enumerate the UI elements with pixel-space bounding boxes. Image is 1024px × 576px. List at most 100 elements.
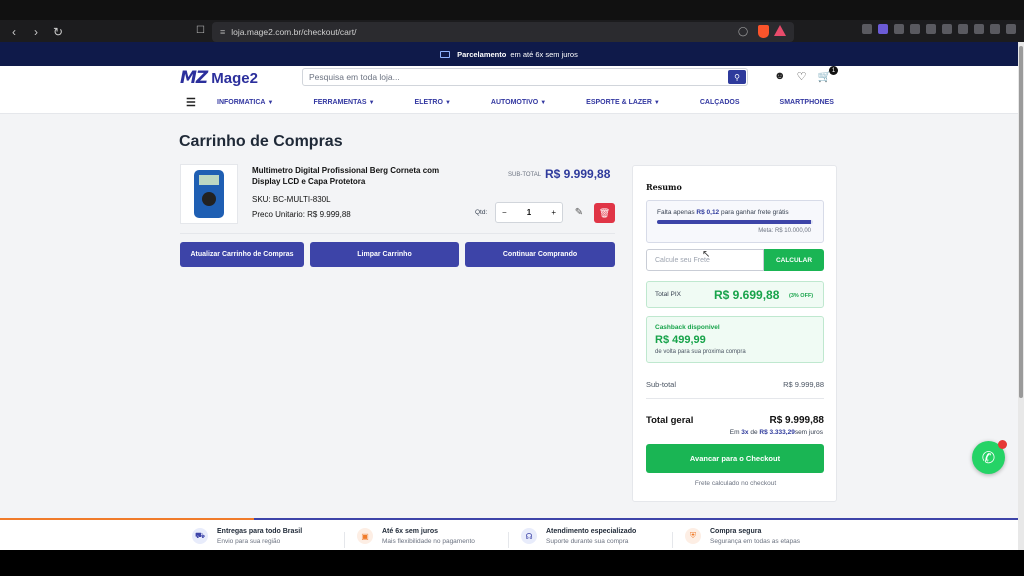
brave-shield-icon[interactable] bbox=[758, 25, 769, 38]
feature-subtitle: Envio para sua região bbox=[217, 538, 281, 545]
browser-toolbar: ‹ › ↻ ☐ ≡ loja.mage2.com.br/checkout/car… bbox=[0, 0, 1024, 42]
menu-icon[interactable] bbox=[1006, 24, 1016, 34]
menu-item-calcados[interactable]: CALÇADOS bbox=[700, 99, 740, 106]
page-scrollbar[interactable] bbox=[1018, 42, 1024, 550]
extension-icon[interactable] bbox=[926, 24, 936, 34]
menu-item-automotivo[interactable]: AUTOMOTIVO ▼ bbox=[491, 99, 546, 106]
account-icon[interactable]: ☻ bbox=[774, 70, 786, 83]
extension-icon[interactable] bbox=[974, 24, 984, 34]
extension-icon[interactable] bbox=[910, 24, 920, 34]
clear-cart-button[interactable]: Limpar Carrinho bbox=[310, 242, 459, 267]
feature-secure: ⛨ Compra segura Segurança em todas as eta… bbox=[685, 528, 800, 545]
menu-item-esporte-lazer[interactable]: ESPORTE & LAZER ▼ bbox=[586, 99, 660, 106]
free-shipping-progress: Falta apenas R$ 0,12 para ganhar frete g… bbox=[646, 200, 824, 243]
update-cart-button[interactable]: Atualizar Carrinho de Compras bbox=[180, 242, 304, 267]
hamburger-menu-icon[interactable]: ☰ bbox=[186, 96, 197, 109]
menu-item-informatica[interactable]: INFORMATICA ▼ bbox=[217, 99, 273, 106]
screen: ‹ › ↻ ☐ ≡ loja.mage2.com.br/checkout/car… bbox=[0, 0, 1024, 576]
extension-icon[interactable] bbox=[958, 24, 968, 34]
search-input[interactable]: Pesquisa em toda loja... ⚲ bbox=[302, 68, 748, 86]
extension-icon[interactable] bbox=[878, 24, 888, 34]
key-icon[interactable]: ◯ bbox=[738, 26, 748, 37]
chevron-down-icon: ▼ bbox=[540, 99, 547, 106]
promo-text: em até 6x sem juros bbox=[510, 49, 578, 59]
quantity-stepper: − 1 + bbox=[495, 202, 563, 223]
inst-prefix: Em bbox=[729, 429, 740, 436]
mouse-cursor-icon: ↖ bbox=[702, 249, 711, 260]
bookmark-icon[interactable]: ☐ bbox=[196, 25, 205, 36]
multimeter-image bbox=[194, 170, 224, 218]
free-shipping-text: Falta apenas R$ 0,12 para ganhar frete g… bbox=[657, 209, 789, 216]
reload-icon[interactable]: ↻ bbox=[50, 24, 66, 40]
extension-icons bbox=[862, 24, 1016, 34]
feature-support: ☊ Atendimento especializado Suporte duran… bbox=[521, 528, 636, 545]
menu-label: SMARTPHONES bbox=[779, 98, 834, 106]
menu-item-ferramentas[interactable]: FERRAMENTAS ▼ bbox=[313, 99, 374, 106]
menu-label: ELETRO bbox=[414, 98, 443, 106]
search-placeholder: Pesquisa em toda loja... bbox=[309, 72, 400, 82]
logo-text: Mage2 bbox=[211, 69, 258, 87]
grand-total-row: Total geral R$ 9.999,88 bbox=[646, 415, 824, 426]
quantity-value[interactable]: 1 bbox=[527, 208, 531, 217]
calculate-shipping-button[interactable]: CALCULAR bbox=[764, 249, 824, 271]
extension-icon[interactable] bbox=[894, 24, 904, 34]
feature-divider bbox=[344, 532, 345, 548]
summary-divider bbox=[646, 398, 824, 399]
extension-icon[interactable] bbox=[942, 24, 952, 34]
item-divider bbox=[180, 233, 615, 234]
features-strip: ⛟ Entregas para todo Brasil Envio para su… bbox=[0, 518, 1018, 550]
increase-quantity-button[interactable]: + bbox=[551, 208, 556, 217]
site-settings-icon[interactable]: ≡ bbox=[220, 27, 225, 37]
continue-shopping-button[interactable]: Continuar Comprando bbox=[465, 242, 615, 267]
menu-item-eletro[interactable]: ELETRO ▼ bbox=[415, 99, 451, 106]
forward-arrow-icon[interactable]: › bbox=[28, 24, 44, 40]
wishlist-heart-icon[interactable]: ♡ bbox=[797, 70, 807, 83]
credit-card-icon: ▣ bbox=[357, 528, 373, 544]
summary-subtotal-value: R$ 9.999,88 bbox=[783, 380, 824, 389]
summary-subtotal-label: Sub-total bbox=[646, 380, 677, 389]
cart-count-badge: 1 bbox=[829, 66, 838, 75]
inst-amount: R$ 3.333,29 bbox=[759, 429, 795, 436]
inst-mid: de bbox=[750, 429, 758, 436]
pix-discount: (3% OFF) bbox=[789, 293, 814, 299]
letterbox-bottom bbox=[0, 550, 1024, 576]
cashback-label: Cashback disponivel bbox=[655, 324, 720, 331]
search-button[interactable]: ⚲ bbox=[728, 70, 746, 84]
item-subtotal-label: SUB-TOTAL bbox=[508, 172, 542, 178]
promo-bold: Parcelamento bbox=[457, 49, 507, 59]
logo[interactable]: MZ Mage2 bbox=[180, 68, 258, 88]
logo-mark: MZ bbox=[180, 68, 208, 88]
feature-title: Entregas para todo Brasil bbox=[217, 528, 303, 535]
menu-item-smartphones[interactable]: SMARTPHONES bbox=[780, 99, 834, 106]
back-arrow-icon[interactable]: ‹ bbox=[6, 24, 22, 40]
cashback-box: Cashback disponivel R$ 499,99 de volta p… bbox=[646, 316, 824, 363]
whatsapp-icon: ✆ bbox=[981, 449, 996, 467]
proceed-to-checkout-button[interactable]: Avancar para o Checkout bbox=[646, 444, 824, 473]
shipping-note: Frete calculado no checkout bbox=[694, 480, 777, 487]
edit-item-button[interactable]: ✎ bbox=[570, 203, 588, 222]
delete-item-button[interactable]: 🗑 bbox=[594, 203, 615, 223]
decrease-quantity-button[interactable]: − bbox=[502, 208, 507, 217]
feature-divider bbox=[508, 532, 509, 548]
truck-icon: ⛟ bbox=[192, 528, 208, 544]
site-header: MZ Mage2 Pesquisa em toda loja... ⚲ ☻ ♡ … bbox=[0, 66, 1018, 114]
rewards-triangle-icon[interactable] bbox=[774, 25, 786, 36]
chevron-down-icon: ▼ bbox=[267, 99, 274, 106]
address-bar[interactable]: ≡ loja.mage2.com.br/checkout/cart/ bbox=[212, 22, 794, 42]
browser-nav-row: ‹ › ↻ ☐ ≡ loja.mage2.com.br/checkout/car… bbox=[0, 22, 1024, 42]
category-menu: ☰ INFORMATICA ▼ FERRAMENTAS ▼ ELETRO ▼ AUTO… bbox=[186, 95, 836, 109]
feature-title: Até 6x sem juros bbox=[382, 528, 439, 535]
menu-label: AUTOMOTIVO bbox=[490, 98, 539, 106]
scrollbar-thumb[interactable] bbox=[1019, 46, 1023, 398]
pencil-icon: ✎ bbox=[574, 207, 584, 218]
extension-icon[interactable] bbox=[862, 24, 872, 34]
pix-label: Total PIX bbox=[655, 291, 682, 298]
summary-subtotal-row: Sub-total R$ 9.999,88 bbox=[646, 380, 824, 389]
extension-icon[interactable] bbox=[990, 24, 1000, 34]
notification-dot bbox=[998, 440, 1007, 449]
product-name[interactable]: Multimetro Digital Profissional Berg Cor… bbox=[252, 165, 466, 187]
chevron-down-icon: ▼ bbox=[444, 99, 451, 106]
feature-subtitle: Mais flexibilidade no pagamento bbox=[382, 538, 475, 545]
product-image[interactable] bbox=[180, 164, 238, 224]
page-content: MZ Mage2 Pesquisa em toda loja... ⚲ ☻ ♡ … bbox=[0, 66, 1018, 550]
